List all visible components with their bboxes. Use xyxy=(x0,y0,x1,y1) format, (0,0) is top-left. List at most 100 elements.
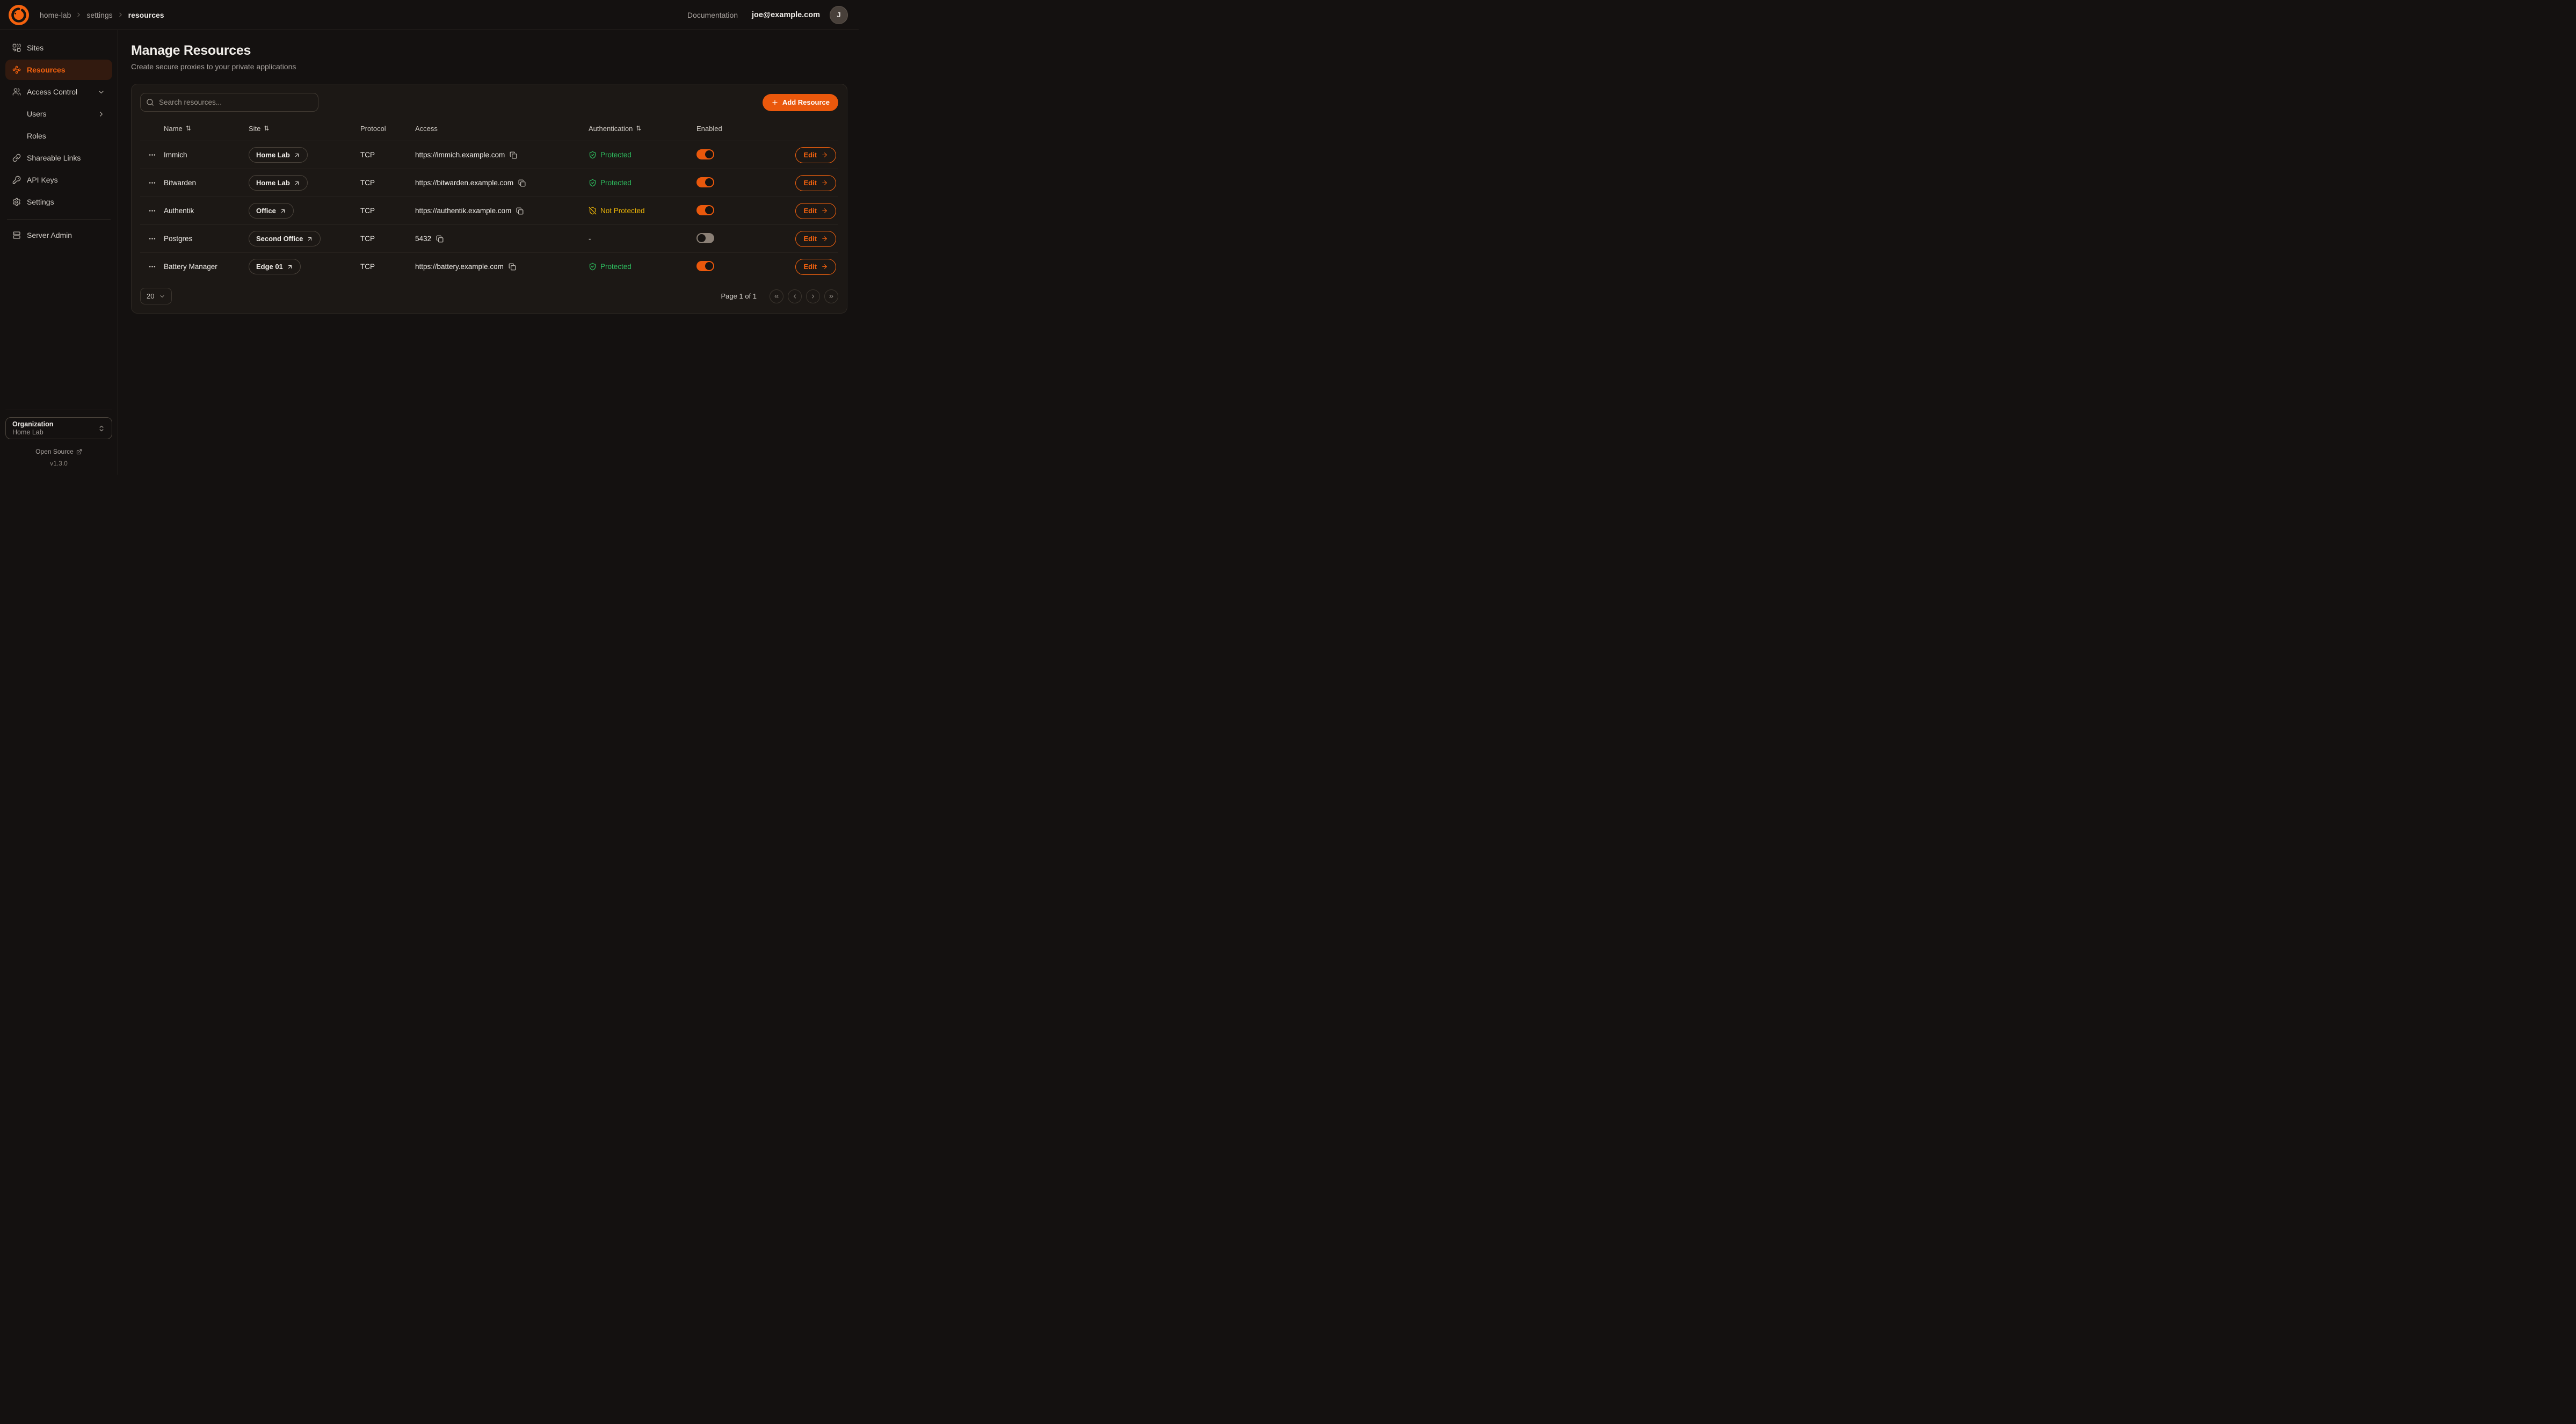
auth-status-label: Protected xyxy=(600,151,632,159)
site-name: Office xyxy=(256,207,276,215)
edit-button-label: Edit xyxy=(803,235,817,243)
arrow-right-icon xyxy=(821,263,828,270)
arrow-up-right-icon xyxy=(294,180,300,186)
organization-switcher[interactable]: Organization Home Lab xyxy=(5,417,112,439)
column-header-name[interactable]: Name ⇅ xyxy=(164,125,249,133)
resource-protocol: TCP xyxy=(360,151,415,159)
user-email[interactable]: joe@example.com xyxy=(752,11,820,19)
chevron-right-icon xyxy=(810,293,816,300)
shield-check-icon xyxy=(589,263,597,271)
enabled-toggle[interactable] xyxy=(696,233,714,243)
copy-icon[interactable] xyxy=(436,235,444,243)
edit-button[interactable]: Edit xyxy=(795,203,836,219)
last-page-button[interactable] xyxy=(824,289,838,303)
copy-icon[interactable] xyxy=(516,207,524,215)
resource-protocol: TCP xyxy=(360,263,415,271)
sidebar-item-sites[interactable]: Sites xyxy=(5,38,112,58)
first-page-button[interactable] xyxy=(770,289,783,303)
edit-button-label: Edit xyxy=(803,179,817,187)
column-header-site[interactable]: Site ⇅ xyxy=(249,125,360,133)
page-size-select[interactable]: 20 xyxy=(140,288,172,304)
sort-icon[interactable]: ⇅ xyxy=(264,125,269,132)
pagination: 20 Page 1 of 1 xyxy=(140,288,838,304)
sidebar-item-label: Settings xyxy=(27,198,54,206)
row-menu-button[interactable] xyxy=(148,263,156,271)
sidebar-item-label: Roles xyxy=(27,132,46,140)
breadcrumb-settings[interactable]: settings xyxy=(86,11,112,19)
site-link[interactable]: Second Office xyxy=(249,231,321,246)
resource-name: Battery Manager xyxy=(164,263,249,271)
site-link[interactable]: Home Lab xyxy=(249,147,308,163)
sidebar-item-api-keys[interactable]: API Keys xyxy=(5,170,112,190)
sort-icon[interactable]: ⇅ xyxy=(186,125,191,132)
resource-protocol: TCP xyxy=(360,179,415,187)
sidebar-item-shareable-links[interactable]: Shareable Links xyxy=(5,148,112,168)
edit-button-label: Edit xyxy=(803,263,817,271)
site-link[interactable]: Home Lab xyxy=(249,175,308,191)
enabled-toggle[interactable] xyxy=(696,177,714,187)
sidebar-item-server-admin[interactable]: Server Admin xyxy=(5,225,112,245)
sidebar-item-roles[interactable]: Roles xyxy=(5,126,112,146)
row-menu-button[interactable] xyxy=(148,151,156,159)
site-link[interactable]: Edge 01 xyxy=(249,259,301,274)
arrow-up-right-icon xyxy=(307,236,313,242)
previous-page-button[interactable] xyxy=(788,289,802,303)
row-menu-button[interactable] xyxy=(148,207,156,215)
resources-card: Add Resource Name ⇅ Site ⇅ Protocol Acce… xyxy=(131,84,847,314)
edit-button[interactable]: Edit xyxy=(795,231,836,247)
auth-status-label: Protected xyxy=(600,179,632,187)
edit-button[interactable]: Edit xyxy=(795,259,836,275)
auth-status: Protected xyxy=(589,263,696,271)
resource-protocol: TCP xyxy=(360,235,415,243)
sites-icon xyxy=(12,43,21,52)
next-page-button[interactable] xyxy=(806,289,820,303)
site-link[interactable]: Office xyxy=(249,203,294,219)
sidebar-item-label: Access Control xyxy=(27,88,77,96)
add-resource-button[interactable]: Add Resource xyxy=(763,94,838,111)
plus-icon xyxy=(771,99,779,106)
sidebar-divider xyxy=(7,219,111,220)
auth-status: - xyxy=(589,235,696,243)
sidebar-item-settings[interactable]: Settings xyxy=(5,192,112,212)
sidebar-item-label: Resources xyxy=(27,66,66,74)
enabled-toggle[interactable] xyxy=(696,261,714,271)
site-name: Second Office xyxy=(256,235,303,243)
main-content: Manage Resources Create secure proxies t… xyxy=(118,30,859,475)
auth-status: Not Protected xyxy=(589,207,696,215)
sidebar-item-resources[interactable]: Resources xyxy=(5,60,112,80)
access-control-icon xyxy=(12,88,21,96)
enabled-toggle[interactable] xyxy=(696,205,714,215)
sort-icon[interactable]: ⇅ xyxy=(636,125,641,132)
row-menu-button[interactable] xyxy=(148,235,156,243)
avatar[interactable]: J xyxy=(830,6,848,24)
sidebar-item-users[interactable]: Users xyxy=(5,104,112,124)
table-row: Bitwarden Home Lab TCP https://bitwarden… xyxy=(140,169,838,197)
gear-icon xyxy=(12,198,21,206)
enabled-toggle[interactable] xyxy=(696,149,714,159)
open-source-link[interactable]: Open Source xyxy=(5,448,112,455)
table-header: Name ⇅ Site ⇅ Protocol Access Authentica… xyxy=(140,116,838,141)
table-body: Immich Home Lab TCP https://immich.examp… xyxy=(140,141,838,280)
copy-icon[interactable] xyxy=(509,263,516,271)
resource-access: 5432 xyxy=(415,235,431,243)
search-input[interactable] xyxy=(140,93,318,112)
copy-icon[interactable] xyxy=(510,151,517,159)
edit-button[interactable]: Edit xyxy=(795,147,836,163)
site-name: Home Lab xyxy=(256,179,290,187)
sidebar-item-access-control[interactable]: Access Control xyxy=(5,82,112,102)
column-header-authentication[interactable]: Authentication ⇅ xyxy=(589,125,696,133)
row-menu-button[interactable] xyxy=(148,179,156,187)
chevrons-right-icon xyxy=(828,293,835,300)
site-name: Edge 01 xyxy=(256,263,283,271)
edit-button[interactable]: Edit xyxy=(795,175,836,191)
copy-icon[interactable] xyxy=(518,179,526,187)
breadcrumb-org[interactable]: home-lab xyxy=(40,11,71,19)
table-row: Immich Home Lab TCP https://immich.examp… xyxy=(140,141,838,169)
server-icon xyxy=(12,231,21,239)
documentation-link[interactable]: Documentation xyxy=(687,11,738,19)
resource-name: Authentik xyxy=(164,207,249,215)
sidebar-item-label: API Keys xyxy=(27,176,58,184)
arrow-up-right-icon xyxy=(294,152,300,158)
search-box xyxy=(140,93,318,112)
page-info: Page 1 of 1 xyxy=(721,292,757,300)
